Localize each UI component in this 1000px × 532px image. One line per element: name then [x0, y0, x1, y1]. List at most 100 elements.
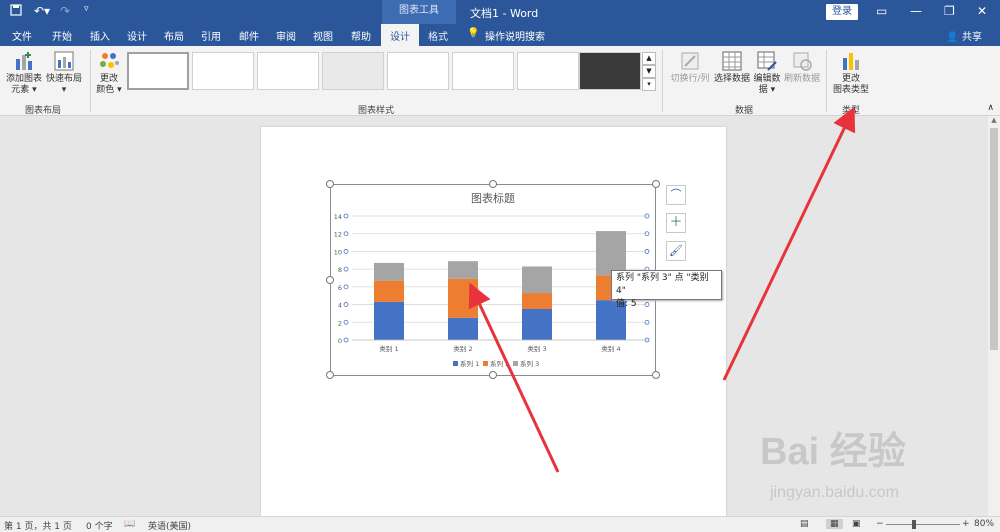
selection-dot-left	[343, 249, 349, 254]
language-indicator[interactable]: 英语(美国)	[148, 519, 191, 532]
collapse-ribbon-icon[interactable]: ∧	[987, 103, 994, 113]
baidu-watermark-url: jingyan.baidu.com	[770, 484, 899, 501]
maximize-icon[interactable]: ❐	[944, 4, 955, 18]
change-chart-type-label: 更改 图表类型	[832, 74, 869, 95]
resize-handle-bl[interactable]	[326, 371, 334, 379]
chart-styles-brush-icon[interactable]: 🖌	[666, 241, 686, 261]
edit-data-button[interactable]: 编辑数 据 ▾	[752, 50, 782, 96]
scrollbar-thumb[interactable]	[990, 128, 998, 350]
tab-references[interactable]: 引用	[201, 28, 221, 43]
tab-layout[interactable]: 布局	[164, 28, 184, 43]
change-chart-type-button[interactable]: 更改 图表类型	[830, 50, 872, 96]
chart-style-3[interactable]	[257, 52, 319, 90]
zoom-level[interactable]: 80%	[974, 519, 994, 529]
select-data-label: 选择数据	[714, 74, 751, 84]
x-tick-label: 类别 2	[453, 344, 472, 353]
tab-format[interactable]: 格式	[428, 28, 448, 43]
resize-handle-t[interactable]	[489, 180, 497, 188]
tab-view[interactable]: 视图	[313, 28, 333, 43]
resize-handle-b[interactable]	[489, 371, 497, 379]
bar-系列3-3[interactable]	[522, 266, 552, 294]
page-count[interactable]: 第 1 页，共 1 页	[4, 519, 72, 532]
selection-dot-left	[343, 319, 349, 325]
switch-row-column-label: 切换行/列	[670, 74, 710, 84]
resize-handle-tl[interactable]	[326, 180, 334, 188]
tab-review[interactable]: 审阅	[276, 28, 296, 43]
undo-icon[interactable]: ↶▾	[34, 4, 50, 18]
chevron-up-icon[interactable]: ▲	[642, 52, 656, 65]
chart-style-7[interactable]	[517, 52, 579, 90]
vertical-scrollbar[interactable]: ▲	[988, 116, 1000, 516]
chart-svg[interactable]: 图表标题 02468101214 类别 1 类别 2 类别 3 类别 4 系列 1 系列…	[330, 184, 656, 376]
scroll-up-icon[interactable]: ▲	[988, 116, 1000, 124]
web-layout-icon[interactable]: ▣	[852, 519, 861, 529]
ribbon-display-icon[interactable]: ▭	[876, 4, 887, 18]
switch-row-column-button: 切换行/列	[668, 50, 712, 85]
resize-handle-br[interactable]	[652, 371, 660, 379]
chart-style-1[interactable]	[127, 52, 189, 90]
gallery-more-icon[interactable]: ▾	[642, 78, 656, 91]
chart-style-8[interactable]	[579, 52, 641, 90]
arrow-to-change-type	[722, 106, 856, 381]
bar-系列2-3[interactable]	[522, 293, 552, 309]
customize-qa-icon[interactable]: ▿	[84, 4, 89, 14]
data-point-tooltip: 系列 "系列 3" 点 "类别 4" 值: 5	[611, 270, 722, 309]
bar-系列3-1[interactable]	[374, 262, 404, 281]
resize-handle-l[interactable]	[326, 276, 334, 284]
y-tick-label: 10	[334, 248, 342, 256]
tell-me-search[interactable]: 操作说明搜索	[485, 28, 545, 43]
resize-handle-tr[interactable]	[652, 180, 660, 188]
baidu-watermark: Bai 经验	[760, 431, 906, 473]
tab-home[interactable]: 开始	[52, 28, 72, 43]
selection-dot-right	[644, 213, 650, 219]
bar-系列1-3[interactable]	[522, 309, 552, 340]
bar-系列1-1[interactable]	[374, 301, 404, 340]
chart-bars	[374, 231, 626, 340]
read-mode-icon[interactable]: ▤	[800, 519, 809, 529]
chart-style-2[interactable]	[192, 52, 254, 90]
tab-help[interactable]: 帮助	[351, 28, 371, 43]
y-tick-label: 6	[338, 284, 342, 292]
tab-insert[interactable]: 插入	[90, 28, 110, 43]
bar-系列2-2[interactable]	[448, 278, 478, 318]
context-tab-label: 图表工具	[382, 0, 456, 24]
chart-style-6[interactable]	[452, 52, 514, 90]
tab-mailings[interactable]: 邮件	[239, 28, 259, 43]
chart-elements-plus-icon[interactable]: ＋	[666, 213, 686, 233]
tab-file[interactable]: 文件	[12, 28, 32, 43]
zoom-slider-thumb[interactable]	[912, 520, 916, 529]
select-data-button[interactable]: 选择数据	[714, 50, 750, 85]
bar-系列1-2[interactable]	[448, 317, 478, 340]
chart-style-4[interactable]	[322, 52, 384, 90]
proofing-icon[interactable]: 📖	[124, 519, 135, 529]
quick-layout-button[interactable]: 快速布局 ▾	[44, 50, 84, 96]
save-icon[interactable]	[10, 4, 22, 19]
close-icon[interactable]: ✕	[977, 4, 987, 18]
refresh-data-icon	[793, 52, 812, 71]
add-chart-element-button[interactable]: 添加图表 元素 ▾	[4, 50, 44, 96]
login-button[interactable]: 登录	[826, 4, 858, 20]
edit-data-icon	[757, 51, 777, 71]
zoom-out-icon[interactable]: −	[876, 519, 884, 529]
chart-title[interactable]: 图表标题	[471, 191, 515, 205]
chevron-down-icon[interactable]: ▼	[642, 65, 656, 78]
select-data-icon	[722, 51, 742, 71]
word-count[interactable]: 0 个字	[86, 519, 113, 532]
bar-系列3-2[interactable]	[448, 261, 478, 279]
print-layout-icon[interactable]: ▦	[826, 519, 843, 529]
tab-chart-design[interactable]: 设计	[381, 24, 419, 46]
layout-options-icon[interactable]: ⌒	[666, 185, 686, 205]
lightbulb-icon: 💡	[467, 28, 480, 39]
minimize-icon[interactable]: —	[910, 4, 922, 18]
share-button[interactable]: 👤 共享	[946, 28, 982, 43]
zoom-in-icon[interactable]: +	[962, 519, 970, 529]
styles-gallery-scroll[interactable]: ▲ ▼ ▾	[642, 52, 656, 92]
y-tick-label: 14	[334, 213, 342, 221]
bar-系列3-4[interactable]	[596, 231, 626, 276]
change-colors-button[interactable]: 更改 颜色 ▾	[94, 50, 124, 96]
zoom-slider[interactable]	[886, 524, 960, 525]
chart-style-5[interactable]	[387, 52, 449, 90]
bar-系列2-1[interactable]	[374, 280, 404, 302]
separator	[662, 50, 663, 112]
tab-design[interactable]: 设计	[127, 28, 147, 43]
